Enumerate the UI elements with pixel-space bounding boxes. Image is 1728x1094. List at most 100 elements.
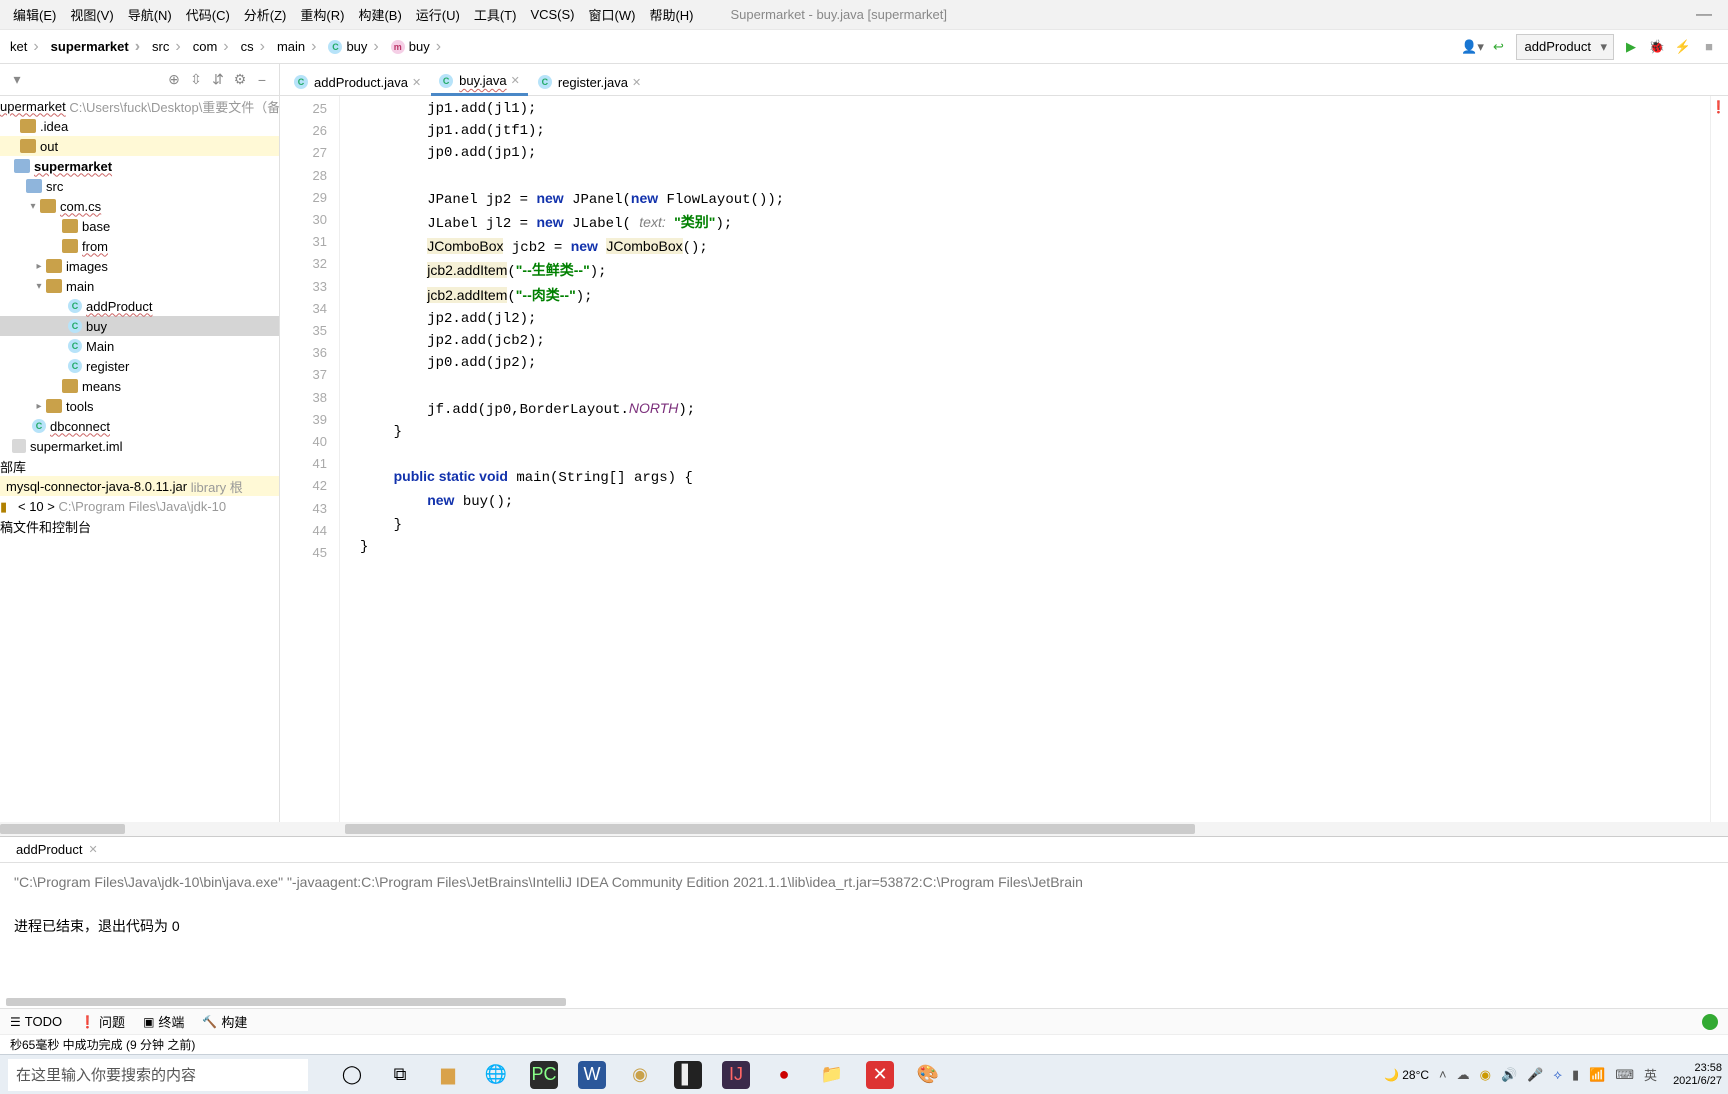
- chevron-right-icon[interactable]: [32, 401, 46, 412]
- tree-images[interactable]: images: [66, 259, 108, 274]
- tree-pkg[interactable]: com.cs: [60, 199, 101, 214]
- console-output[interactable]: "C:\Program Files\Java\jdk-10\bin\java.e…: [0, 863, 1728, 998]
- tree-from[interactable]: from: [82, 239, 108, 254]
- scroll-thumb[interactable]: [0, 824, 125, 834]
- menu-view[interactable]: 视图(V): [63, 5, 120, 24]
- menu-edit[interactable]: 编辑(E): [6, 5, 63, 24]
- taskview-icon[interactable]: ⧉: [386, 1061, 414, 1089]
- paint-icon[interactable]: 🎨: [914, 1061, 942, 1089]
- crumb-2[interactable]: src: [148, 35, 189, 59]
- code-content[interactable]: jp1.add(jl1); jp1.add(jtf1); jp0.add(jp1…: [340, 96, 1710, 822]
- tab-buy[interactable]: Cbuy.java✕: [431, 66, 528, 96]
- expand-icon[interactable]: ⇳: [185, 71, 207, 88]
- close-icon[interactable]: ✕: [511, 74, 520, 87]
- chevron-down-icon[interactable]: [32, 281, 46, 292]
- hide-icon[interactable]: −: [251, 72, 273, 88]
- minimize-button[interactable]: —: [1686, 6, 1722, 24]
- project-tree[interactable]: upermarket C:\Users\fuck\Desktop\重要文件（备 …: [0, 96, 280, 822]
- menu-vcs[interactable]: VCS(S): [523, 7, 581, 22]
- crumb-1[interactable]: supermarket: [47, 35, 148, 59]
- cortana-icon[interactable]: ◯: [338, 1061, 366, 1089]
- tree-addproduct[interactable]: addProduct: [86, 299, 153, 314]
- crumb-3[interactable]: com: [189, 35, 237, 59]
- coverage-button[interactable]: ⚡: [1670, 34, 1696, 60]
- menu-build[interactable]: 构建(B): [351, 5, 408, 24]
- settings-icon[interactable]: ⚙: [229, 71, 251, 88]
- close-icon[interactable]: ✕: [412, 76, 421, 89]
- volume-icon[interactable]: 🔊: [1501, 1067, 1517, 1083]
- tree-module[interactable]: supermarket: [34, 159, 112, 174]
- tree-extlib[interactable]: 部库: [0, 457, 26, 476]
- tree-iml[interactable]: supermarket.iml: [30, 439, 122, 454]
- record-icon[interactable]: ●: [770, 1061, 798, 1089]
- crumb-0[interactable]: ket: [6, 35, 47, 59]
- menu-run[interactable]: 运行(U): [409, 5, 467, 24]
- chevron-down-icon[interactable]: [26, 201, 40, 212]
- tree-main[interactable]: main: [66, 279, 94, 294]
- tree-mysql[interactable]: mysql-connector-java-8.0.11.jar: [6, 479, 187, 494]
- tab-register[interactable]: Cregister.java✕: [530, 66, 649, 96]
- debug-button[interactable]: 🐞: [1644, 34, 1670, 60]
- crumb-4[interactable]: cs: [237, 35, 273, 59]
- close-app-icon[interactable]: ✕: [866, 1061, 894, 1089]
- taskbar-clock[interactable]: 23:582021/6/27: [1673, 1062, 1722, 1088]
- collapse-icon[interactable]: ⇵: [207, 71, 229, 88]
- tree-base[interactable]: base: [82, 219, 110, 234]
- tab-addproduct[interactable]: CaddProduct.java✕: [286, 66, 429, 96]
- chevron-right-icon[interactable]: [32, 261, 46, 272]
- run-config-selector[interactable]: addProduct: [1516, 34, 1615, 60]
- files-icon[interactable]: 📁: [818, 1061, 846, 1089]
- menu-tools[interactable]: 工具(T): [467, 5, 524, 24]
- terminal-tool[interactable]: ▣终端: [143, 1012, 184, 1031]
- select-target-icon[interactable]: ⊕: [163, 71, 185, 88]
- console-scrollbar[interactable]: [0, 998, 1728, 1008]
- tree-dbconnect[interactable]: dbconnect: [50, 419, 110, 434]
- run-button[interactable]: ▶: [1618, 34, 1644, 60]
- build-tool[interactable]: 🔨构建: [202, 1012, 247, 1031]
- project-dropdown[interactable]: ▾: [6, 71, 28, 88]
- explorer-icon[interactable]: ▆: [434, 1061, 462, 1089]
- tree-buy[interactable]: buy: [86, 319, 107, 334]
- menu-analyze[interactable]: 分析(Z): [237, 5, 294, 24]
- tree-scratch[interactable]: 稿文件和控制台: [0, 517, 91, 536]
- security-icon[interactable]: ◉: [1480, 1067, 1491, 1083]
- tree-root[interactable]: upermarket: [0, 99, 66, 114]
- close-icon[interactable]: ✕: [89, 843, 98, 856]
- problems-tool[interactable]: ❗问题: [80, 1012, 125, 1031]
- crumb-7[interactable]: mbuy: [387, 35, 449, 59]
- horizontal-scrollbar[interactable]: [0, 822, 1728, 836]
- system-tray[interactable]: 🌙 28°C ˄ ☁ ◉ 🔊 🎤 ⟡ ▮ 📶 ⌨ 英 23:582021/6/2…: [1384, 1062, 1722, 1088]
- crumb-5[interactable]: main: [273, 35, 325, 59]
- windows-search-input[interactable]: 在这里输入你要搜索的内容: [8, 1059, 308, 1091]
- menu-refactor[interactable]: 重构(R): [293, 5, 351, 24]
- stop-button[interactable]: ■: [1696, 34, 1722, 60]
- bluetooth-icon[interactable]: ⟡: [1553, 1067, 1562, 1083]
- add-user-icon[interactable]: 👤▾: [1460, 34, 1486, 60]
- console-tab[interactable]: addProduct✕: [8, 838, 106, 862]
- build-icon[interactable]: ↩: [1486, 34, 1512, 60]
- tree-tools[interactable]: tools: [66, 399, 93, 414]
- menu-nav[interactable]: 导航(N): [121, 5, 179, 24]
- menu-window[interactable]: 窗口(W): [582, 5, 643, 24]
- tree-main-class[interactable]: Main: [86, 339, 114, 354]
- wifi-icon[interactable]: 📶: [1589, 1067, 1605, 1083]
- tree-register[interactable]: register: [86, 359, 129, 374]
- close-icon[interactable]: ✕: [632, 76, 641, 89]
- mic-icon[interactable]: 🎤: [1527, 1067, 1543, 1083]
- league-icon[interactable]: ◉: [626, 1061, 654, 1089]
- todo-tool[interactable]: ☰TODO: [10, 1014, 62, 1029]
- error-stripe[interactable]: ❗ 1: [1710, 96, 1728, 822]
- keyboard-icon[interactable]: ⌨: [1615, 1067, 1634, 1083]
- menu-help[interactable]: 帮助(H): [642, 5, 700, 24]
- weather-widget[interactable]: 🌙 28°C: [1384, 1068, 1429, 1082]
- tree-out[interactable]: out: [40, 139, 58, 154]
- code-editor[interactable]: 2526272829303132333435363738394041424344…: [280, 96, 1728, 822]
- crumb-6[interactable]: Cbuy: [324, 35, 386, 59]
- cmd-icon[interactable]: ▌: [674, 1061, 702, 1089]
- battery-icon[interactable]: ▮: [1572, 1067, 1579, 1083]
- tree-jdk[interactable]: < 10 >: [18, 499, 55, 514]
- menu-code[interactable]: 代码(C): [179, 5, 237, 24]
- tree-idea[interactable]: .idea: [40, 119, 68, 134]
- ime-indicator[interactable]: 英: [1644, 1065, 1657, 1084]
- tree-src[interactable]: src: [46, 179, 63, 194]
